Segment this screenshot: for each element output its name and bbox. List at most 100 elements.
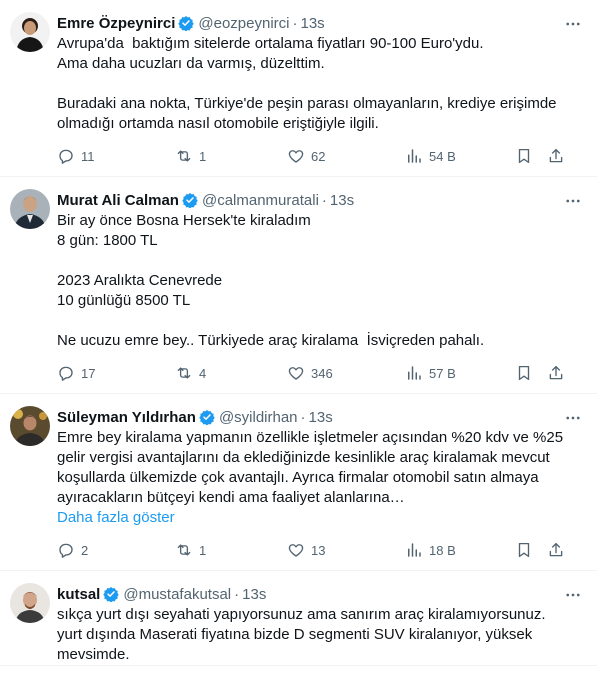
avatar[interactable] — [10, 406, 50, 446]
timestamp[interactable]: 13s — [242, 586, 266, 603]
heart-icon — [288, 544, 304, 557]
tweet-line: sıkça yurt dışı seyahati yapıyorsunuz am… — [57, 606, 546, 623]
more-dots-icon[interactable] — [563, 585, 583, 605]
timestamp[interactable]: 13s — [330, 192, 354, 209]
author-handle[interactable]: @mustafakutsal — [123, 586, 231, 603]
author-name[interactable]: Emre Özpeynirci — [57, 15, 175, 32]
views-button[interactable]: 54 B — [405, 147, 515, 165]
author-handle[interactable]: @calmanmuratali — [202, 192, 319, 209]
tweet-text: Emre bey kiralama yapmanın özellikle işl… — [57, 428, 581, 508]
more-dots-icon[interactable] — [563, 14, 583, 34]
tweet-line: 10 günlüğü 8500 TL — [57, 292, 191, 309]
avatar[interactable] — [10, 583, 50, 623]
tweet-line — [57, 74, 581, 94]
bookmark-button[interactable] — [515, 364, 547, 382]
action-bar: 2 1 13 18 B — [57, 530, 581, 570]
more-dots-icon[interactable] — [563, 408, 583, 428]
avatar[interactable] — [10, 12, 50, 52]
verified-badge-icon — [178, 15, 195, 31]
heart-icon — [288, 150, 304, 163]
tweet-line: Emre bey kiralama yapmanın özellikle işl… — [57, 429, 564, 446]
verified-badge-icon — [182, 192, 198, 208]
reply-count: 11 — [81, 148, 95, 164]
tweet-line: Buradaki ana nokta, Türkiye'de peşin par… — [57, 95, 557, 112]
retweet-button[interactable]: 4 — [175, 364, 287, 382]
bookmark-icon — [518, 542, 530, 558]
tweet[interactable]: Murat Ali Calman @calmanmuratali · 13s B… — [0, 177, 597, 394]
tweet-line: mevsimde. — [57, 646, 130, 663]
tweet-line: 2023 Aralıkta Cenevrede — [57, 272, 223, 289]
retweet-icon — [177, 367, 191, 379]
views-button[interactable]: 57 B — [405, 364, 515, 382]
separator-dot: · — [321, 191, 327, 209]
reply-button[interactable]: 2 — [57, 541, 175, 559]
retweet-icon — [177, 150, 191, 162]
tweet[interactable]: Süleyman Yıldırhan @syildirhan · 13s Emr… — [0, 394, 597, 571]
tweet-line: koşullarda ülkemizde çok avantajlı. Ayrı… — [57, 469, 539, 486]
tweet-line: Ama daha ucuzları da varmış, düzelttim. — [57, 55, 325, 72]
bookmark-button[interactable] — [515, 147, 547, 165]
tweet-line: gelir vergisi avantajlarını da eklediğin… — [57, 449, 550, 466]
tweet[interactable]: kutsal @mustafakutsal · 13s sıkça yurt d… — [0, 571, 597, 666]
heart-icon — [288, 367, 304, 380]
views-chart-icon — [408, 366, 421, 380]
separator-dot: · — [300, 408, 306, 426]
avatar[interactable] — [10, 189, 50, 229]
author-handle[interactable]: @eozpeynirci — [198, 15, 289, 32]
action-bar: 11 1 62 54 B — [57, 136, 581, 176]
share-button[interactable] — [547, 147, 567, 165]
retweet-count: 4 — [199, 365, 207, 381]
timestamp[interactable]: 13s — [309, 409, 333, 426]
author-handle[interactable]: @syildirhan — [219, 409, 298, 426]
tweet[interactable]: Emre Özpeynirci @eozpeynirci · 13s Avrup… — [0, 0, 597, 177]
bookmark-button[interactable] — [515, 541, 547, 559]
tweet-line: Avrupa'da baktığım sitelerde ortalama fi… — [57, 35, 484, 52]
reply-button[interactable]: 17 — [57, 364, 175, 382]
retweet-count: 1 — [199, 148, 207, 164]
share-icon — [549, 148, 563, 163]
tweet-feed: Emre Özpeynirci @eozpeynirci · 13s Avrup… — [0, 0, 597, 666]
tweet-line: yurt dışında Maserati fiyatına bizde D s… — [57, 626, 533, 643]
share-button[interactable] — [547, 364, 567, 382]
like-button[interactable]: 62 — [287, 147, 405, 165]
author-name[interactable]: Murat Ali Calman — [57, 192, 179, 209]
retweet-icon — [177, 544, 191, 556]
like-button[interactable]: 13 — [287, 541, 405, 559]
reply-icon — [59, 149, 73, 164]
timestamp[interactable]: 13s — [301, 15, 325, 32]
share-icon — [549, 542, 563, 557]
share-button[interactable] — [547, 541, 567, 559]
view-count: 57 B — [429, 365, 456, 381]
views-button[interactable]: 18 B — [405, 541, 515, 559]
retweet-count: 1 — [199, 542, 207, 558]
reply-count: 2 — [81, 542, 89, 558]
reply-button[interactable]: 11 — [57, 147, 175, 165]
reply-icon — [59, 543, 73, 558]
reply-count: 17 — [81, 365, 96, 381]
like-count: 13 — [311, 542, 326, 558]
views-chart-icon — [408, 543, 421, 557]
bookmark-icon — [518, 148, 530, 164]
tweet-text: sıkça yurt dışı seyahati yapıyorsunuz am… — [57, 605, 581, 665]
retweet-button[interactable]: 1 — [175, 147, 287, 165]
author-name[interactable]: Süleyman Yıldırhan — [57, 409, 196, 426]
reply-icon — [59, 366, 73, 381]
views-chart-icon — [408, 149, 421, 163]
like-count: 346 — [311, 365, 333, 381]
action-bar: 17 4 346 57 B — [57, 353, 581, 393]
author-name[interactable]: kutsal — [57, 586, 100, 603]
tweet-line: Ne ucuzu emre bey.. Türkiyede araç kiral… — [57, 332, 485, 349]
verified-badge-icon — [103, 586, 120, 602]
like-button[interactable]: 346 — [287, 364, 405, 382]
share-icon — [549, 365, 563, 380]
tweet-line: olmadığı ortamda nasıl otomobile eriştiğ… — [57, 115, 379, 132]
show-more-link[interactable]: Daha fazla göster — [57, 508, 581, 528]
separator-dot: · — [292, 14, 298, 32]
retweet-button[interactable]: 1 — [175, 541, 287, 559]
view-count: 18 B — [429, 542, 456, 558]
more-dots-icon[interactable] — [563, 191, 583, 211]
verified-badge-icon — [199, 409, 215, 425]
tweet-text: Avrupa'da baktığım sitelerde ortalama fi… — [57, 34, 581, 134]
like-count: 62 — [311, 148, 326, 164]
bookmark-icon — [518, 365, 530, 381]
